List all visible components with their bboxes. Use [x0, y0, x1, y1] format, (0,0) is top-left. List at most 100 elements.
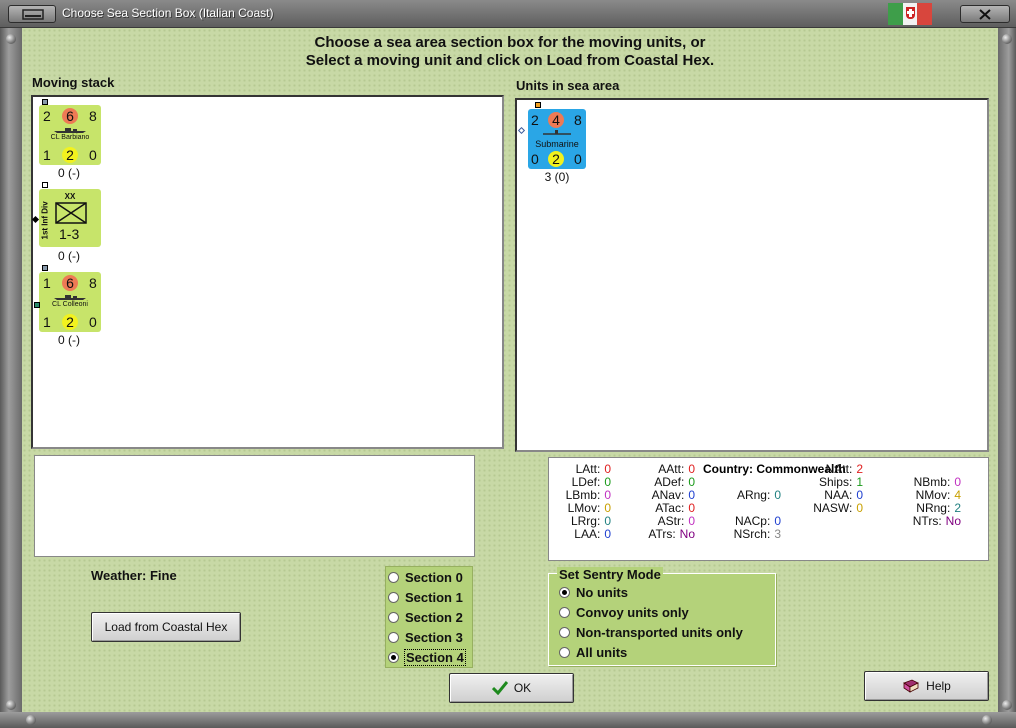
stat-value: 0: [856, 488, 863, 502]
unit-selector-icon: [517, 126, 526, 135]
ok-label: OK: [513, 681, 532, 695]
stat-value: 0: [856, 501, 863, 515]
section-2-radio[interactable]: Section 2: [388, 610, 463, 625]
unit-size: XX: [64, 192, 76, 201]
unit-counter-1st-inf-div[interactable]: XX 1st Inf Div 1-3: [39, 189, 101, 247]
unit-marker: [42, 265, 48, 271]
stat-label: AStr:: [657, 514, 685, 528]
unit-value: 2: [43, 108, 51, 124]
unit-value: 2: [62, 147, 78, 163]
radio-icon: [388, 632, 399, 643]
unit-value: 8: [89, 108, 97, 124]
stat-lbmb: LBmb: 0: [541, 488, 611, 502]
stat-value: 0: [604, 475, 611, 489]
unit-counter-cl-colleoni[interactable]: 1 6 8 CL Colleoni 1 2 0: [39, 272, 101, 332]
stat-label: NSrch:: [733, 527, 771, 541]
radio-icon: [388, 612, 399, 623]
stat-value: 2: [954, 501, 961, 515]
frame-rivet: [1002, 34, 1012, 44]
unit-value: 0: [574, 151, 582, 167]
sentry-option-label: Non-transported units only: [576, 625, 743, 640]
sentry-option-0-radio[interactable]: No units: [559, 585, 628, 600]
stat-value: 0: [604, 488, 611, 502]
stat-value: 0: [604, 501, 611, 515]
country-label: Country:: [703, 462, 753, 476]
stat-value: 0: [604, 462, 611, 476]
section-label: Section 2: [405, 610, 463, 625]
stat-lmov: LMov: 0: [541, 501, 611, 515]
frame-rivet: [1002, 700, 1012, 710]
section-3-radio[interactable]: Section 3: [388, 630, 463, 645]
stat-value: 0: [688, 488, 695, 502]
stat-label: Ships:: [818, 475, 853, 489]
unit-value: 6: [62, 108, 78, 124]
stat-ntrs: NTrs: No: [891, 514, 961, 528]
stat-value: 3: [774, 527, 781, 541]
load-from-coastal-hex-button[interactable]: Load from Coastal Hex: [91, 612, 241, 642]
stat-value: 2: [856, 462, 863, 476]
stat-label: NRng:: [916, 501, 951, 515]
stat-arng: ARng: 0: [711, 488, 781, 502]
stat-label: NASW:: [813, 501, 853, 515]
country-flag-icon: [888, 3, 933, 25]
stat-atrs: ATrs: No: [625, 527, 695, 541]
unit-value: 0: [531, 151, 539, 167]
radio-icon: [388, 592, 399, 603]
stat-label: NMov:: [915, 488, 951, 502]
section-label: Section 1: [405, 590, 463, 605]
stat-label: LRrg:: [570, 514, 601, 528]
unit-marker: [535, 102, 541, 108]
stat-label: NBmb:: [913, 475, 951, 489]
unit-value: 6: [62, 275, 78, 291]
unit-counter-submarine[interactable]: 2 4 8 Submarine 0 2 0: [528, 109, 586, 169]
moving-stack-list[interactable]: 2 6 8 CL Barbiano 1 2 0 0 (-) XX 1st Inf…: [31, 95, 504, 449]
stat-label: ANav:: [651, 488, 685, 502]
close-button[interactable]: [960, 5, 1010, 23]
frame-rivet: [6, 34, 16, 44]
stat-value: 0: [688, 501, 695, 515]
instruction-line-1: Choose a sea area section box for the mo…: [314, 34, 706, 51]
weather-label: Weather: Fine: [91, 568, 177, 583]
close-icon: [979, 9, 991, 20]
unit-marker: [34, 302, 40, 308]
ship-icon: [54, 295, 86, 300]
stat-value: 0: [604, 527, 611, 541]
section-label: Section 3: [405, 630, 463, 645]
sentry-option-2-radio[interactable]: Non-transported units only: [559, 625, 743, 640]
radio-icon: [388, 572, 399, 583]
stat-value: 0: [774, 488, 781, 502]
help-button[interactable]: Help: [864, 671, 989, 701]
stat-value: No: [679, 527, 695, 541]
stat-label: LAA:: [574, 527, 601, 541]
frame-rivet: [26, 715, 36, 725]
unit-value: 4: [548, 112, 564, 128]
section-1-radio[interactable]: Section 1: [388, 590, 463, 605]
sentry-option-label: No units: [576, 585, 628, 600]
sentry-mode-label: Set Sentry Mode: [557, 567, 663, 582]
system-menu-button[interactable]: [8, 5, 56, 23]
ok-button[interactable]: OK: [449, 673, 574, 703]
unit-value: 0: [89, 314, 97, 330]
stats-panel: Country: Commonwealth LAtt: 0 LDef: 0 LBmb: 0…: [548, 457, 989, 561]
stat-value: 4: [954, 488, 961, 502]
sentry-option-label: All units: [576, 645, 628, 660]
sentry-option-3-radio[interactable]: All units: [559, 645, 627, 660]
section-4-radio[interactable]: Section 4: [388, 649, 466, 666]
stat-value: 1: [856, 475, 863, 489]
stat-nrng: NRng: 2: [891, 501, 961, 515]
unit-value: 8: [89, 275, 97, 291]
sentry-option-1-radio[interactable]: Convoy units only: [559, 605, 689, 620]
section-label: Section 4: [404, 649, 466, 666]
stat-label: LBmb:: [565, 488, 601, 502]
radio-icon: [559, 647, 570, 658]
unit-counter-cl-barbiano[interactable]: 2 6 8 CL Barbiano 1 2 0: [39, 105, 101, 165]
infantry-symbol-icon: [55, 202, 87, 224]
section-0-radio[interactable]: Section 0: [388, 570, 463, 585]
stat-nsrch: NSrch: 3: [711, 527, 781, 541]
section-label: Section 0: [405, 570, 463, 585]
stat-latt: LAtt: 0: [541, 462, 611, 476]
sea-area-unit-list[interactable]: 2 4 8 Submarine 0 2 0 3 (0): [515, 98, 989, 452]
radio-icon: [559, 587, 570, 598]
stat-label: LDef:: [571, 475, 601, 489]
help-label: Help: [926, 679, 951, 693]
